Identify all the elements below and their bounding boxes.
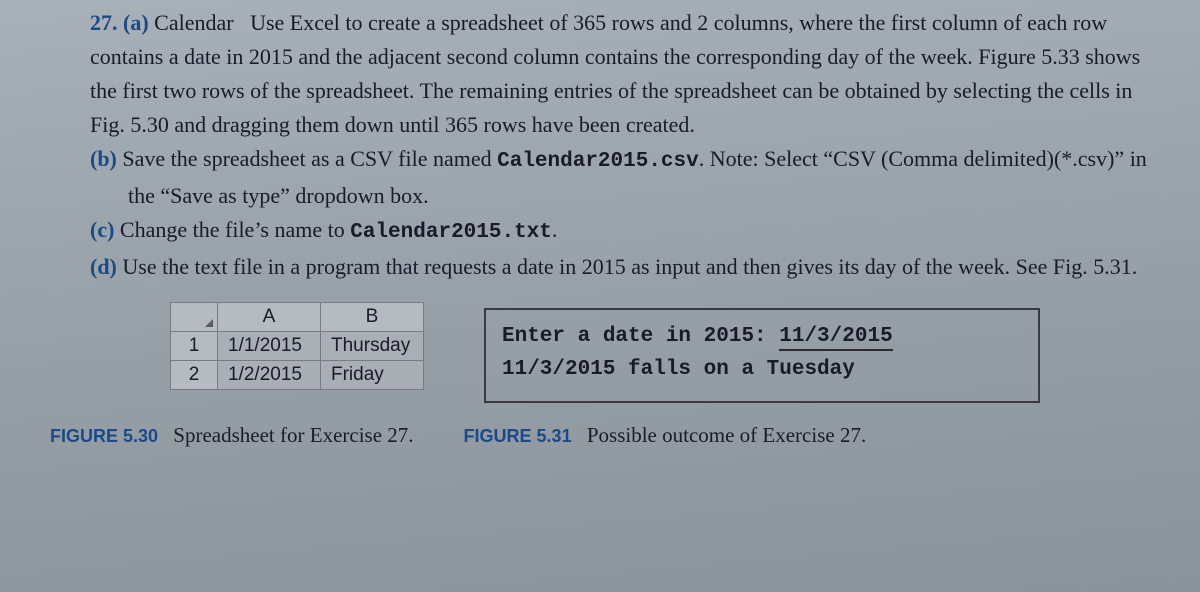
problem-text: 27. (a) Calendar Use Excel to create a s…: [50, 6, 1170, 284]
part-b-label: (b): [90, 146, 117, 171]
textbook-page: 27. (a) Calendar Use Excel to create a s…: [0, 0, 1200, 458]
part-a-title: Calendar: [154, 10, 233, 35]
part-c-label: (c): [90, 217, 114, 242]
problem-number: 27.: [90, 10, 118, 35]
figure-530-caption: FIGURE 5.30 Spreadsheet for Exercise 27.: [50, 423, 414, 448]
spreadsheet-grid: A B 1 1/1/2015 Thursday 2 1/2/2015 Frida…: [170, 302, 424, 390]
output-input: 11/3/2015: [779, 325, 892, 351]
cell: Friday: [321, 360, 424, 389]
part-b-pre: Save the spreadsheet as a CSV file named: [122, 146, 497, 171]
part-d-text: Use the text file in a program that requ…: [122, 254, 1137, 279]
part-c-post: .: [552, 217, 558, 242]
part-a-text: Use Excel to create a spreadsheet of 365…: [90, 10, 1140, 137]
figure-label: FIGURE 5.30: [50, 426, 158, 446]
program-output-box: Enter a date in 2015: 11/3/2015 11/3/201…: [484, 308, 1040, 403]
select-all-corner: [171, 302, 218, 331]
figure-531-caption: FIGURE 5.31 Possible outcome of Exercise…: [464, 423, 867, 448]
col-header-b: B: [321, 302, 424, 331]
figures-row: A B 1 1/1/2015 Thursday 2 1/2/2015 Frida…: [50, 302, 1170, 403]
figure-text: Spreadsheet for Exercise 27.: [173, 423, 413, 447]
figure-text: Possible outcome of Exercise 27.: [587, 423, 866, 447]
cell: 1/1/2015: [218, 331, 321, 360]
spreadsheet-figure: A B 1 1/1/2015 Thursday 2 1/2/2015 Frida…: [170, 302, 424, 390]
col-header-a: A: [218, 302, 321, 331]
part-a-label: (a): [123, 10, 149, 35]
cell: 1/2/2015: [218, 360, 321, 389]
output-result: 11/3/2015 falls on a Tuesday: [502, 353, 1022, 387]
output-prompt: Enter a date in 2015:: [502, 325, 779, 348]
cell: Thursday: [321, 331, 424, 360]
part-c-pre: Change the file’s name to: [120, 217, 350, 242]
figure-label: FIGURE 5.31: [464, 426, 572, 446]
part-b-code: Calendar2015.csv: [497, 150, 699, 173]
part-d-label: (d): [90, 254, 117, 279]
row-header: 1: [171, 331, 218, 360]
part-c-code: Calendar2015.txt: [350, 221, 552, 244]
table-row: 1 1/1/2015 Thursday: [171, 331, 424, 360]
table-row: 2 1/2/2015 Friday: [171, 360, 424, 389]
row-header: 2: [171, 360, 218, 389]
